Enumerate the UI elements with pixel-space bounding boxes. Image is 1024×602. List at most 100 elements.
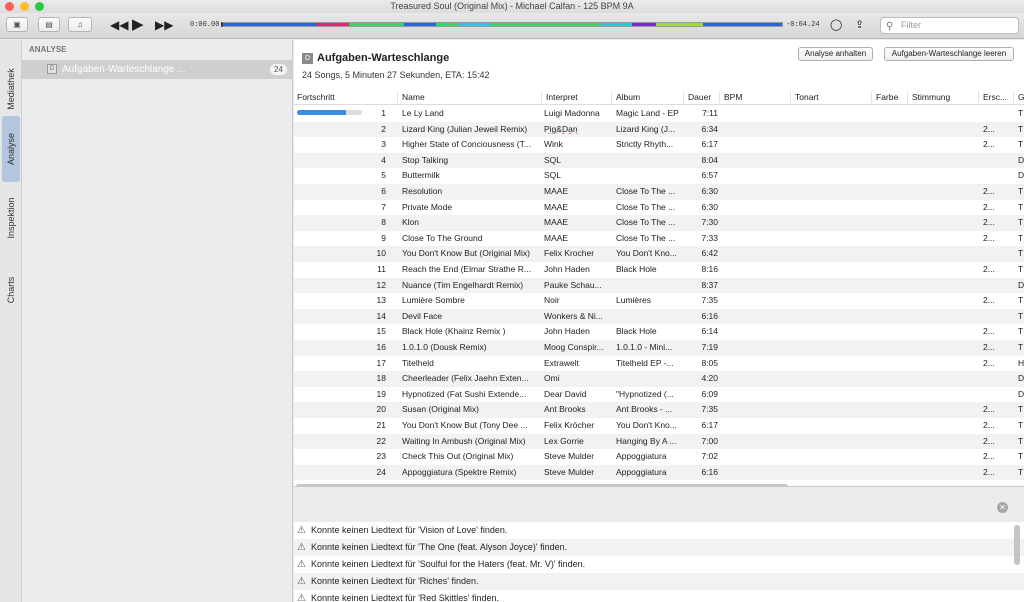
- tab-mediathek[interactable]: Mediathek: [2, 58, 20, 120]
- table-row[interactable]: 17 Titelheld Extrawelt Titelheld EP -... 8:0…: [294, 356, 1024, 372]
- share-icon[interactable]: ⇪: [855, 17, 864, 33]
- queue-icon: D: [47, 64, 57, 74]
- track-duration: 6:42: [701, 248, 718, 259]
- time-elapsed: 0:00.00: [190, 21, 220, 29]
- table-row[interactable]: 14 Devil Face Wonkers & Ni... 6:16 T: [294, 308, 1024, 325]
- column-header[interactable]: Dauer: [688, 92, 711, 102]
- close-window-button[interactable]: [5, 2, 14, 11]
- previous-track-icon[interactable]: ◀◀: [110, 17, 128, 33]
- track-release: 2...: [983, 201, 995, 212]
- table-row[interactable]: 12 Nuance (Tim Engelhardt Remix) Pauke Sch…: [294, 277, 1024, 294]
- tab-label: Analyse: [6, 132, 16, 166]
- track-duration: 8:05: [701, 357, 718, 368]
- column-header[interactable]: Tonart: [795, 92, 819, 102]
- log-entry[interactable]: ⚠ Konnte keinen Liedtext für 'Riches' fin…: [294, 573, 1024, 590]
- log-entry[interactable]: ⚠ Konnte keinen Liedtext für 'Red Skittle…: [294, 590, 1024, 602]
- table-row[interactable]: 10 You Don't Know But (Original Mix) Felix…: [294, 246, 1024, 262]
- track-name: Devil Face: [402, 310, 443, 321]
- track-album: Appoggiatura: [616, 466, 667, 477]
- track-artist: MAAE: [544, 186, 569, 196]
- table-row[interactable]: 23 Check This Out (Original Mix) Steve Mul…: [294, 449, 1024, 465]
- column-header[interactable]: Fortschritt: [297, 92, 335, 102]
- track-genre: T: [1018, 217, 1024, 228]
- column-divider: [1013, 91, 1014, 103]
- table-row[interactable]: 1 Le Ly Land Luigi Madonna Magic Land - EP 7…: [294, 106, 1024, 122]
- table-row[interactable]: 2 Lizard King (Julian Jeweil Remix) Pig&Da…: [294, 121, 1024, 138]
- track-duration: 6:09: [701, 388, 718, 399]
- track-artist: John Haden: [544, 264, 590, 274]
- track-artist: Moog Conspir...: [544, 342, 604, 352]
- column-divider: [683, 91, 684, 103]
- table-row[interactable]: 16 1.0.1.0 (Dousk Remix) Moog Conspir... 1.…: [294, 340, 1024, 356]
- play-icon[interactable]: ▶: [132, 17, 144, 33]
- close-log-icon[interactable]: ✕: [997, 502, 1008, 513]
- next-track-icon[interactable]: ▶▶: [155, 17, 173, 33]
- column-header[interactable]: Name: [402, 92, 425, 102]
- column-header[interactable]: G: [1018, 92, 1024, 102]
- track-genre: T: [1018, 201, 1024, 212]
- table-row[interactable]: 9 Close To The Ground MAAE Close To The ...…: [294, 231, 1024, 247]
- table-row[interactable]: 8 Klon MAAE Close To The ... 7:30 2... T: [294, 215, 1024, 231]
- table-row[interactable]: 13 Lumière Sombre Noir Lumières 7:35 2... T: [294, 293, 1024, 309]
- track-release: 2...: [983, 435, 995, 446]
- waveform-overview[interactable]: [221, 22, 783, 27]
- queue-summary: 24 Songs, 5 Minuten 27 Sekunden, ETA: 15…: [302, 70, 490, 80]
- column-header[interactable]: Farbe: [876, 92, 898, 102]
- track-name: Lizard King (Julian Jeweil Remix): [402, 123, 528, 134]
- track-genre: T: [1018, 248, 1024, 259]
- table-row[interactable]: 6 Resolution MAAE Close To The ... 6:30 2... T: [294, 184, 1024, 200]
- column-header[interactable]: BPM: [724, 92, 742, 102]
- column-divider: [719, 91, 720, 103]
- pause-analysis-button[interactable]: Analyse anhalten: [798, 47, 873, 61]
- app-window: Treasured Soul (Original Mix) - Michael …: [0, 0, 1024, 602]
- search-music-icon[interactable]: ◯: [830, 17, 842, 33]
- track-genre: D: [1018, 373, 1024, 384]
- waveform-segment: [223, 23, 318, 26]
- table-row[interactable]: 21 You Don't Know But (Tony Dee ... Felix …: [294, 418, 1024, 434]
- track-release: 2...: [983, 217, 995, 228]
- music-note-icon[interactable]: ♫: [68, 17, 92, 32]
- page-title: Aufgaben-Warteschlange: [317, 52, 450, 64]
- column-header[interactable]: Stimmung: [912, 92, 950, 102]
- table-row[interactable]: 7 Private Mode MAAE Close To The ... 6:30 2..…: [294, 200, 1024, 216]
- table-row[interactable]: 22 Waiting In Ambush (Original Mix) Lex Go…: [294, 433, 1024, 450]
- track-genre: T: [1018, 435, 1024, 446]
- column-header[interactable]: Album: [616, 92, 640, 102]
- waveform-segment: [404, 23, 436, 26]
- vertical-scrollbar[interactable]: [1014, 525, 1020, 565]
- track-duration: 6:57: [701, 170, 718, 181]
- table-row[interactable]: 19 Hypnotized (Fat Sushi Extende... Dear D…: [294, 387, 1024, 403]
- minimize-window-button[interactable]: [20, 2, 29, 11]
- row-number: 13: [376, 295, 386, 306]
- progress-bar: [297, 110, 362, 115]
- track-duration: 7:30: [701, 217, 718, 228]
- table-row[interactable]: 18 Cheerleader (Felix Jaehn Exten... Omi 4:…: [294, 371, 1024, 387]
- log-entry[interactable]: ⚠ Konnte keinen Liedtext für 'The One (fe…: [294, 539, 1024, 556]
- track-artist: MAAE: [544, 201, 569, 212]
- waveform-segment: [656, 23, 704, 26]
- table-row[interactable]: 24 Appoggiatura (Spektre Remix) Steve Muld…: [294, 464, 1024, 481]
- table-row[interactable]: 15 Black Hole (Khainz Remix ) John Haden Bl…: [294, 324, 1024, 340]
- browser-icon[interactable]: ▤: [38, 17, 60, 32]
- table-row[interactable]: 4 Stop Talking SQL 8:04 D: [294, 152, 1024, 169]
- tab-analyse[interactable]: Analyse: [2, 116, 20, 182]
- log-entry[interactable]: ⚠ Konnte keinen Liedtext für 'Soulful for…: [294, 556, 1024, 573]
- track-release: 2...: [983, 123, 995, 134]
- column-header[interactable]: Ersc...: [983, 92, 1007, 102]
- column-header[interactable]: Interpret: [546, 92, 578, 102]
- filter-input[interactable]: ⚲ Filter: [880, 17, 1019, 34]
- table-row[interactable]: 20 Susan (Original Mix) Ant Brooks Ant Broo…: [294, 402, 1024, 418]
- tab-inspektion[interactable]: Inspektion: [2, 186, 20, 250]
- zoom-window-button[interactable]: [35, 2, 44, 11]
- sidebar-toggle-icon[interactable]: ▣: [6, 17, 28, 32]
- tab-charts[interactable]: Charts: [2, 260, 20, 320]
- clear-queue-button[interactable]: Aufgaben-Warteschlange leeren: [884, 47, 1014, 61]
- track-artist: Luigi Madonna: [544, 108, 600, 118]
- table-row[interactable]: 5 Buttermilk SQL 6:57 D: [294, 168, 1024, 184]
- sidebar-item-queue[interactable]: D Aufgaben-Warteschlange ... 24: [22, 60, 293, 79]
- table-row[interactable]: 3 Higher State of Conciousness (T... Wink S…: [294, 137, 1024, 153]
- table-row[interactable]: 11 Reach the End (Elmar Strathe R... John …: [294, 262, 1024, 278]
- row-number: 11: [377, 264, 386, 274]
- queue-panel: D Aufgaben-Warteschlange 24 Songs, 5 Min…: [294, 40, 1024, 490]
- log-entry[interactable]: ⚠ Konnte keinen Liedtext für 'Vision of L…: [294, 522, 1024, 539]
